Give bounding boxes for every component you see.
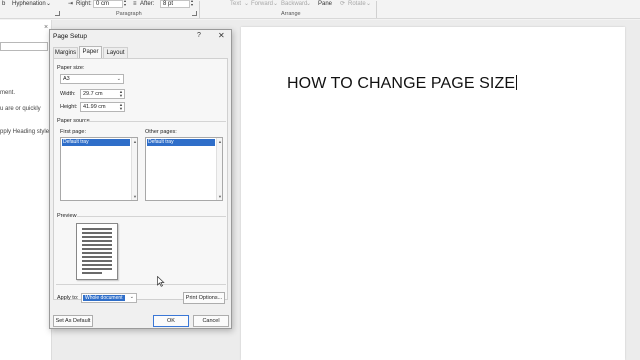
right-indent-label: Right:	[76, 1, 92, 7]
ribbon-separator	[199, 1, 200, 18]
chevron-down-icon: ⌄	[116, 76, 121, 82]
nav-help-text: pply Heading styles	[0, 129, 53, 135]
preview-text-line	[82, 248, 112, 250]
nav-help-text: ment.	[0, 90, 16, 96]
preview-text-line	[82, 228, 112, 230]
dialog-title: Page Setup	[53, 33, 87, 40]
spacing-after-icon: ≡	[133, 1, 137, 7]
apply-to-value: Whole document	[83, 295, 125, 301]
preview-text-line	[82, 256, 112, 258]
set-as-default-button[interactable]: Set As Default	[53, 315, 93, 327]
page-setup-dialog: Page Setup ? ✕ Margins Paper Layout Pape…	[49, 29, 232, 329]
close-icon[interactable]: ✕	[218, 31, 225, 40]
other-pages-label: Other pages:	[145, 129, 177, 135]
preview-text-line	[82, 236, 112, 238]
document-heading[interactable]: HOW TO CHANGE PAGE SIZE	[287, 75, 518, 93]
other-pages-list[interactable]: Default tray ▲ ▼	[145, 137, 223, 201]
tab-layout[interactable]: Layout	[103, 47, 128, 58]
height-value: 41.99 cm	[83, 104, 106, 110]
preview-text-line	[82, 240, 112, 242]
first-page-selected-item[interactable]: Default tray	[62, 139, 130, 146]
spin-icon[interactable]: ▴ ▾	[191, 0, 193, 7]
spacing-after-input[interactable]: 8 pt	[160, 0, 190, 8]
page-preview	[76, 223, 118, 280]
hyphenation-icon: b	[2, 1, 6, 7]
chevron-down-icon: ⌄	[244, 1, 250, 7]
spin-down-icon[interactable]: ▼	[118, 94, 124, 98]
scroll-up-icon[interactable]: ▲	[217, 139, 223, 144]
width-label: Width:	[60, 91, 76, 97]
first-page-list[interactable]: Default tray ▲ ▼	[60, 137, 138, 201]
apply-to-label: Apply to:	[57, 295, 79, 301]
width-value: 29.7 cm	[83, 91, 103, 97]
ok-button[interactable]: OK	[153, 315, 189, 327]
preview-text-line	[82, 260, 112, 262]
navigation-pane: × ment. u are or quickly pply Heading st…	[0, 20, 52, 360]
section-divider	[77, 216, 226, 217]
nav-help-text: u are or quickly	[0, 106, 41, 112]
wrap-text-button[interactable]: Text	[230, 0, 241, 8]
rotate-button[interactable]: Rotate	[348, 0, 366, 8]
text-caret	[516, 75, 518, 90]
first-page-label: First page:	[60, 129, 86, 135]
navigation-search-input[interactable]	[0, 42, 48, 51]
chevron-down-icon: ⌄	[366, 1, 372, 7]
page-setup-launcher-icon[interactable]	[55, 11, 60, 16]
section-divider	[85, 121, 226, 122]
chevron-down-icon: ⌄	[46, 1, 52, 7]
document-heading-text: HOW TO CHANGE PAGE SIZE	[287, 75, 516, 92]
preview-text-line	[82, 252, 112, 254]
cancel-button[interactable]: Cancel	[193, 315, 229, 327]
selection-pane-button[interactable]: Pane	[318, 0, 332, 8]
paper-size-select[interactable]: A3 ⌄	[60, 74, 124, 84]
spacing-after-value: 8 pt	[163, 1, 174, 7]
tab-paper[interactable]: Paper	[79, 46, 102, 58]
right-indent-icon: ⇥	[68, 1, 74, 7]
arrange-group-label: Arrange	[281, 11, 301, 17]
right-indent-input[interactable]: 0 cm	[93, 0, 123, 8]
paper-size-value: A3	[63, 76, 70, 82]
scroll-down-icon[interactable]: ▼	[217, 194, 223, 199]
ribbon-separator	[376, 1, 377, 18]
rotate-icon: ⟳	[340, 1, 346, 7]
scrollbar[interactable]: ▲ ▼	[131, 138, 137, 200]
mouse-pointer-icon	[157, 276, 165, 287]
paragraph-launcher-icon[interactable]	[192, 11, 197, 16]
send-backward-button[interactable]: Backward	[281, 0, 307, 8]
ribbon: b Hyphenation ⌄ ⇥ Right: 0 cm ▴ ▾ ≡ After…	[0, 0, 640, 19]
other-pages-selected-item[interactable]: Default tray	[147, 139, 215, 146]
preview-text-line	[82, 232, 112, 234]
paper-size-label: Paper size:	[57, 65, 85, 71]
chevron-down-icon: ⌄	[306, 1, 312, 7]
tab-margins[interactable]: Margins	[53, 47, 78, 58]
paragraph-group-label: Paragraph	[116, 11, 142, 17]
scroll-down-icon[interactable]: ▼	[132, 194, 138, 199]
apply-to-select[interactable]: Whole document ⌄	[81, 293, 137, 303]
scroll-up-icon[interactable]: ▲	[132, 139, 138, 144]
preview-text-line	[82, 268, 112, 270]
scrollbar[interactable]: ▲ ▼	[216, 138, 222, 200]
chevron-down-icon: ⌄	[273, 1, 279, 7]
hyphenation-button[interactable]: Hyphenation	[12, 0, 46, 8]
right-indent-value: 0 cm	[96, 1, 110, 7]
preview-label: Preview	[57, 213, 77, 219]
preview-text-line	[82, 264, 112, 266]
section-divider	[56, 284, 226, 285]
preview-text-line	[82, 244, 112, 246]
height-label: Height:	[60, 104, 78, 110]
spacing-after-label: After:	[140, 1, 155, 7]
preview-text-line	[82, 272, 102, 274]
spin-icon[interactable]: ▴ ▾	[124, 0, 126, 7]
close-icon[interactable]: ×	[44, 24, 48, 31]
spin-down-icon[interactable]: ▼	[118, 107, 124, 111]
chevron-down-icon: ⌄	[129, 294, 134, 300]
bring-forward-button[interactable]: Forward	[251, 0, 273, 8]
help-icon[interactable]: ?	[197, 32, 201, 39]
print-options-button[interactable]: Print Options...	[183, 292, 225, 304]
